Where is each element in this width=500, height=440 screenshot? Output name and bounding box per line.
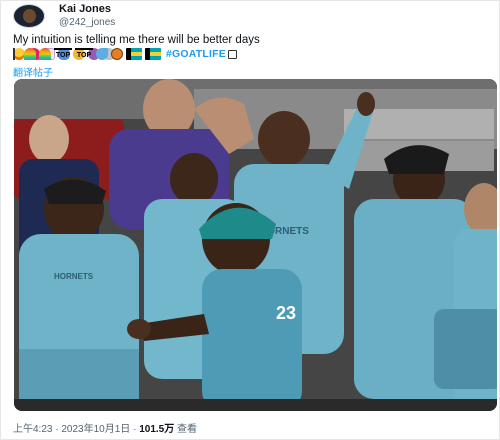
avatar[interactable]	[13, 4, 45, 28]
meta-separator: ·	[133, 424, 137, 435]
basketball-icon	[111, 48, 123, 60]
top-icon: TOP	[75, 48, 93, 60]
tweet-photo[interactable]: HORNETS HORNETS 23	[14, 79, 497, 411]
player-head	[258, 111, 310, 167]
avatar-face	[23, 9, 36, 23]
tweet-date[interactable]: 2023年10月1日	[61, 424, 130, 435]
hashtag-link[interactable]: #GOATLIFE	[166, 48, 226, 60]
celebration-photo: HORNETS HORNETS 23	[14, 79, 497, 411]
tweet-card: Kai Jones @242_jones My intuition is tel…	[0, 0, 500, 440]
views-label: 查看	[177, 424, 198, 435]
square-icon	[227, 49, 237, 59]
meta-separator: ·	[55, 424, 59, 435]
bahamas-flag-icon	[126, 48, 142, 60]
tweet-text: My intuition is telling me there will be…	[13, 34, 260, 46]
rainbow-icon	[39, 48, 51, 60]
emoji-line-2: TOP TOP #GOATLIFE	[13, 47, 493, 61]
bahamas-flag-icon	[145, 48, 161, 60]
translate-link[interactable]: 翻译帖子	[13, 64, 53, 79]
rainbow-icon	[24, 48, 36, 60]
raised-hand	[357, 92, 375, 116]
handshake	[127, 319, 151, 339]
staff-head	[29, 115, 69, 163]
view-count: 101.5万	[139, 424, 175, 435]
player-head	[170, 153, 218, 205]
splash-icon	[96, 48, 108, 60]
jersey-number: 23	[276, 303, 296, 323]
tweet-meta: 上午4:23 · 2023年10月1日 · 101.5万 查看	[13, 420, 197, 435]
player-jersey	[202, 269, 302, 411]
top-icon: TOP	[54, 48, 72, 60]
display-name[interactable]: Kai Jones	[59, 3, 115, 16]
tweet-time[interactable]: 上午4:23	[13, 424, 52, 435]
running-person-icon	[13, 48, 21, 60]
player-shorts	[434, 309, 497, 389]
user-handle[interactable]: @242_jones	[59, 16, 115, 29]
jersey-wordmark: HORNETS	[54, 272, 94, 281]
author-names: Kai Jones @242_jones	[59, 3, 115, 29]
floor	[14, 399, 497, 411]
tweet-header: Kai Jones @242_jones	[13, 3, 115, 29]
